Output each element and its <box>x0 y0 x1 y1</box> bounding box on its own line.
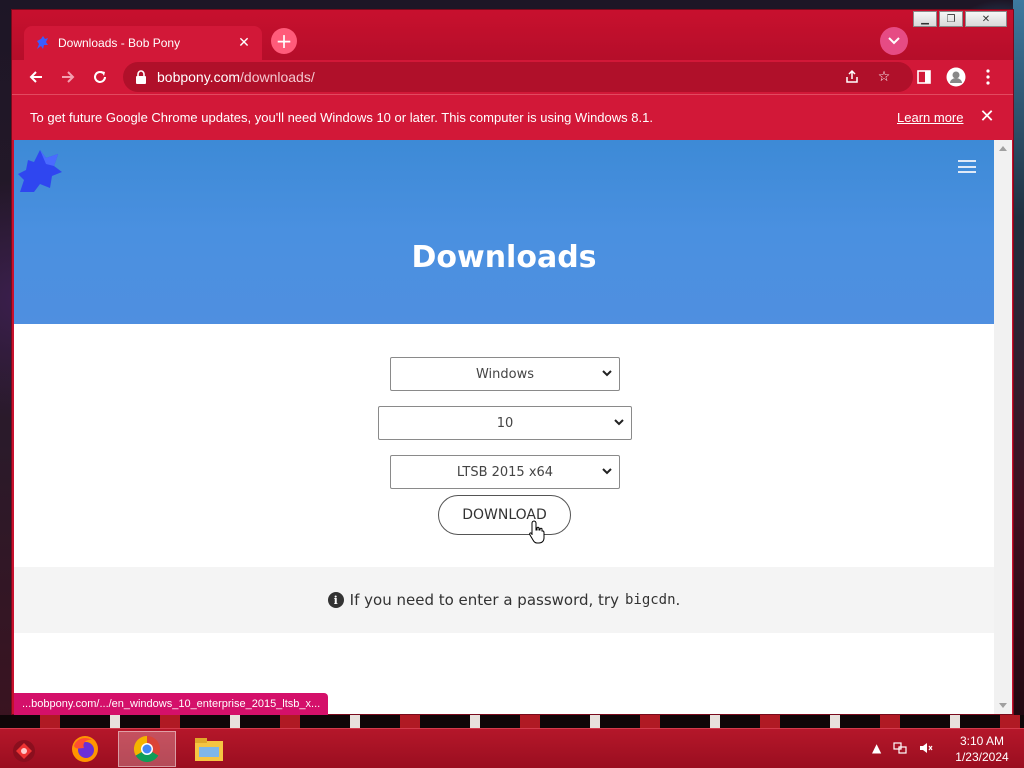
system-tray: ▲ <box>872 741 933 758</box>
minimize-button[interactable]: ▁ <box>913 11 937 27</box>
tab-search-chevron-icon[interactable] <box>880 27 908 55</box>
hamburger-menu-icon[interactable] <box>958 160 976 173</box>
share-icon[interactable] <box>843 68 861 86</box>
edition-select[interactable]: LTSB 2015 x64 <box>390 455 620 489</box>
url-domain: bobpony.com <box>157 69 241 85</box>
chevron-down-icon <box>602 370 612 377</box>
desktop-wallpaper-bottom <box>0 715 1024 728</box>
url-path: /downloads/ <box>240 69 315 85</box>
forward-arrow-icon <box>62 71 75 83</box>
browser-window: Downloads - Bob Pony ✕ + ▁ ❐ ✕ bobpony.c… <box>11 9 1014 715</box>
bob-pony-favicon-icon <box>37 36 48 49</box>
network-icon[interactable] <box>893 741 907 758</box>
update-infobar: To get future Google Chrome updates, you… <box>12 94 1013 140</box>
scroll-up-icon[interactable] <box>999 146 1007 151</box>
taskbar-clock[interactable]: 3:10 AM 1/23/2024 <box>950 733 1014 765</box>
info-icon: i <box>327 592 344 608</box>
page-viewport: Downloads Windows 10 LTSB 2015 x64 DOWNL… <box>14 140 994 714</box>
taskbar-firefox[interactable] <box>56 731 114 767</box>
firefox-icon <box>72 736 98 762</box>
version-select[interactable]: 10 <box>378 406 632 440</box>
new-tab-button[interactable]: + <box>271 28 297 54</box>
version-select-value: 10 <box>496 415 514 431</box>
bob-pony-logo-icon[interactable] <box>16 144 64 194</box>
profile-avatar-icon[interactable] <box>945 66 967 88</box>
download-button[interactable]: DOWNLOAD <box>438 495 571 535</box>
tab-title: Downloads - Bob Pony <box>58 36 181 50</box>
chevron-down-icon <box>614 419 624 426</box>
taskbar-file-explorer[interactable] <box>180 731 238 767</box>
url-text: bobpony.com/downloads/ <box>157 69 315 85</box>
chevron-down-icon <box>602 468 612 475</box>
edition-select-value: LTSB 2015 x64 <box>456 464 554 480</box>
tab-close-icon[interactable]: ✕ <box>236 35 252 51</box>
chevron-down-icon <box>888 37 900 45</box>
infobar-message: To get future Google Chrome updates, you… <box>30 110 653 125</box>
notice-code: bigcdn <box>624 592 676 608</box>
bookmark-star-icon[interactable]: ☆ <box>875 68 893 86</box>
back-button[interactable] <box>25 66 47 88</box>
chrome-icon <box>133 735 160 763</box>
taskbar: ▲ 3:10 AM 1/23/2024 <box>0 728 1024 768</box>
browser-toolbar: bobpony.com/downloads/ ☆ <box>12 60 1013 94</box>
menu-kebab-icon[interactable] <box>977 66 999 88</box>
window-close-button[interactable]: ✕ <box>965 11 1007 27</box>
os-select-value: Windows <box>475 366 535 382</box>
tab-downloads[interactable]: Downloads - Bob Pony ✕ <box>24 26 262 60</box>
file-explorer-icon <box>195 738 223 761</box>
tray-expand-icon[interactable]: ▲ <box>872 741 881 758</box>
page-scrollbar[interactable] <box>994 140 1012 714</box>
hand-cursor-icon <box>529 520 545 544</box>
os-select[interactable]: Windows <box>390 357 620 391</box>
learn-more-link[interactable]: Learn more <box>897 110 963 125</box>
clock-time: 3:10 AM <box>959 734 1005 748</box>
infobar-close-icon[interactable]: ✕ <box>977 106 997 127</box>
reload-icon <box>94 71 106 83</box>
notice-suffix: . <box>675 591 681 609</box>
forward-button[interactable] <box>57 66 79 88</box>
volume-muted-icon[interactable] <box>919 741 933 758</box>
back-arrow-icon <box>29 71 42 83</box>
start-orb-icon[interactable] <box>6 735 42 765</box>
password-notice: i If you need to enter a password, try b… <box>14 567 994 633</box>
window-controls: ▁ ❐ ✕ <box>913 11 1007 27</box>
desktop-wallpaper-edge <box>1013 0 1024 728</box>
title-bar: Downloads - Bob Pony ✕ + ▁ ❐ ✕ <box>12 10 1013 60</box>
taskbar-chrome[interactable] <box>118 731 176 767</box>
notice-text: If you need to enter a password, try <box>349 591 619 609</box>
lock-icon <box>136 70 146 84</box>
page-title: Downloads <box>411 240 597 275</box>
address-bar[interactable]: bobpony.com/downloads/ ☆ <box>123 62 913 92</box>
maximize-button[interactable]: ❐ <box>939 11 963 27</box>
side-panel-icon[interactable] <box>913 66 935 88</box>
reload-button[interactable] <box>89 66 111 88</box>
scroll-down-icon[interactable] <box>999 703 1007 708</box>
status-link-preview: ...bobpony.com/.../en_windows_10_enterpr… <box>14 693 329 715</box>
clock-date: 1/23/2024 <box>955 750 1009 764</box>
hero-banner: Downloads <box>14 140 994 324</box>
